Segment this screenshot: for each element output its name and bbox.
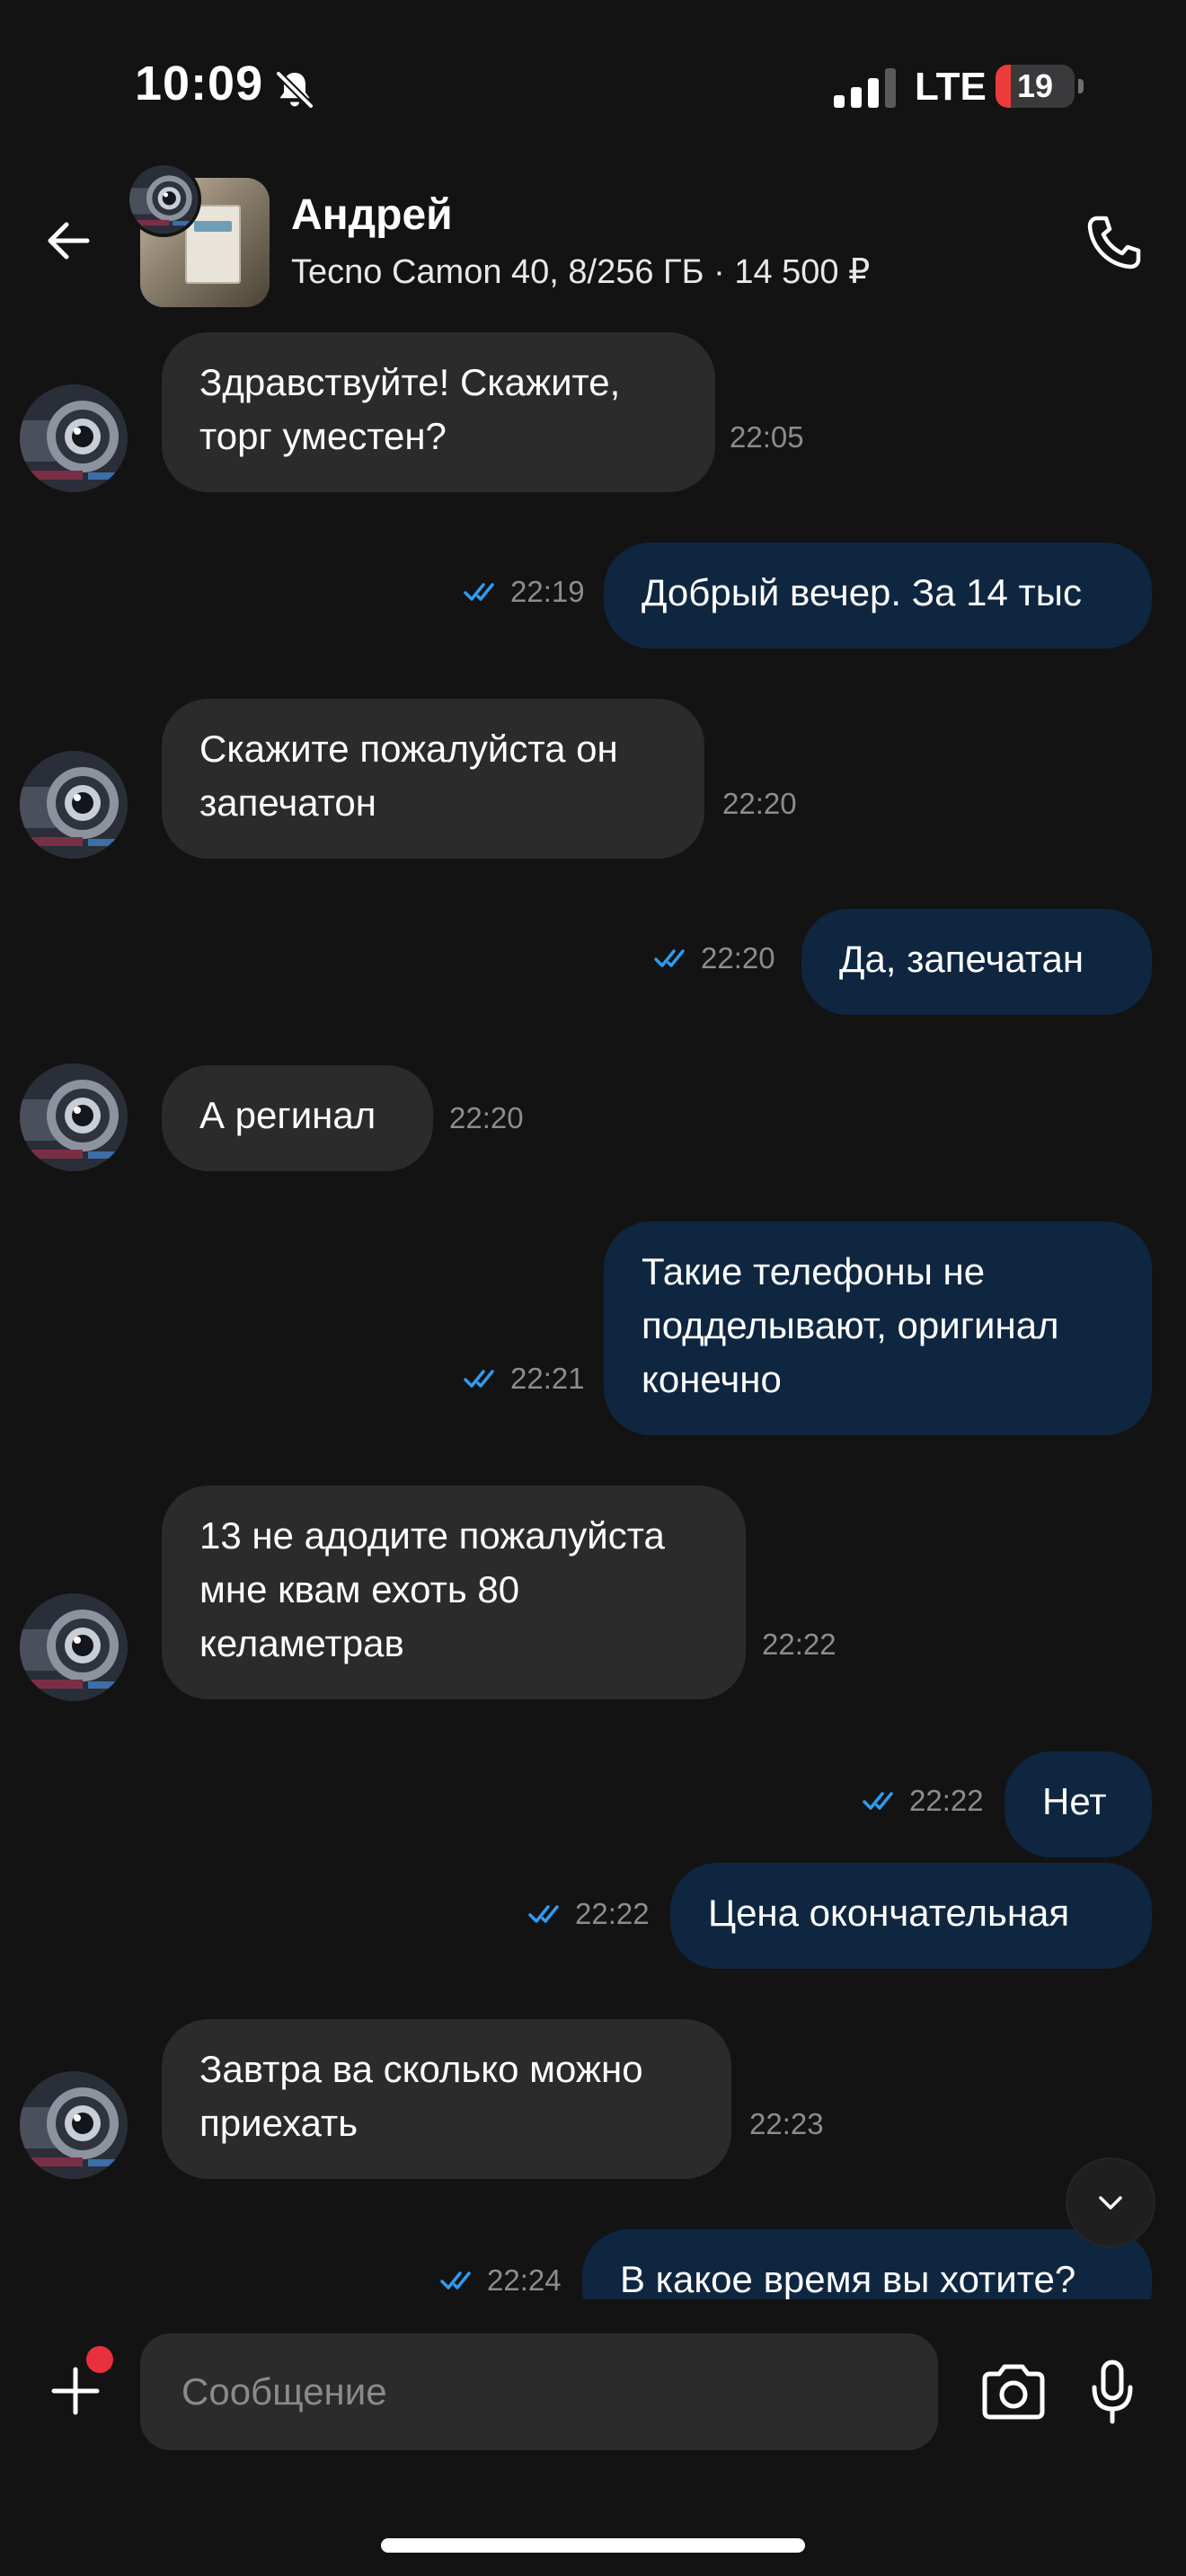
battery-indicator: 19 <box>996 65 1075 108</box>
message-meta: 22:21 <box>464 1362 585 1396</box>
double-check-icon <box>464 1370 494 1388</box>
contact-avatar[interactable] <box>129 165 198 234</box>
message-input[interactable] <box>140 2333 938 2450</box>
message-meta: 22:22 <box>528 1897 650 1931</box>
battery-level: 19 <box>1016 67 1054 104</box>
camera-icon <box>982 2364 1045 2420</box>
message-meta: 22:20 <box>654 941 775 975</box>
message-bubble-incoming[interactable]: Завтра ва сколько можно приехать <box>162 2019 731 2179</box>
call-button[interactable] <box>1078 207 1150 278</box>
message-time-text: 22:22 <box>575 1897 650 1930</box>
camera-lens-avatar-image <box>20 1063 128 1171</box>
message-time-text: 22:22 <box>909 1784 984 1817</box>
double-check-icon <box>528 1905 559 1923</box>
chevron-down-icon <box>1099 2196 1122 2210</box>
status-bar: 10:09 LTE 19 <box>0 0 1186 171</box>
message-meta: 22:24 <box>440 2263 562 2298</box>
message-time: 22:22 <box>762 1628 836 1662</box>
message-time-text: 22:20 <box>701 941 775 975</box>
camera-button[interactable] <box>974 2353 1053 2432</box>
message-bubble-outgoing[interactable]: Такие телефоны не подделывают, оригинал … <box>604 1222 1152 1435</box>
back-button[interactable] <box>36 208 101 273</box>
message-time-text: 22:23 <box>749 2107 824 2140</box>
back-arrow-icon <box>48 222 90 260</box>
message-bubble-outgoing[interactable]: Цена окончательная <box>670 1863 1152 1969</box>
message-time-text: 22:20 <box>722 787 797 820</box>
message-time-text: 22:22 <box>762 1628 836 1661</box>
double-check-icon <box>440 2272 471 2289</box>
message-meta: 22:22 <box>863 1784 984 1818</box>
message-bubble-incoming[interactable]: Скажите пожалуйста он запечатон <box>162 699 704 859</box>
scroll-down-button[interactable] <box>1067 2159 1154 2245</box>
sender-avatar[interactable] <box>20 2071 128 2179</box>
message-bubble-outgoing[interactable]: Нет <box>1005 1751 1152 1857</box>
signal-icon <box>834 68 896 108</box>
message-composer <box>0 2299 1186 2576</box>
double-check-icon <box>464 583 494 601</box>
sender-avatar[interactable] <box>20 751 128 859</box>
notification-dot <box>86 2346 113 2373</box>
message-time-text: 22:21 <box>510 1362 585 1395</box>
battery-cap <box>1078 79 1084 93</box>
camera-lens-avatar-image <box>129 165 198 234</box>
message-bubble-outgoing[interactable]: Да, запечатан <box>801 909 1152 1015</box>
message-time: 22:20 <box>722 787 797 821</box>
listing-title[interactable]: Tecno Camon 40, 8/256 ГБ · 14 500 ₽ <box>291 251 870 292</box>
network-type: LTE <box>915 65 987 109</box>
product-box-image <box>185 205 241 284</box>
message-bubble-incoming[interactable]: А регинал <box>162 1065 433 1171</box>
message-time-text: 22:24 <box>487 2263 562 2297</box>
sender-avatar[interactable] <box>20 384 128 492</box>
message-meta: 22:19 <box>464 575 585 609</box>
microphone-icon <box>1092 2360 1133 2424</box>
chat-header: Андрей Tecno Camon 40, 8/256 ГБ · 14 500… <box>0 162 1186 323</box>
bell-slash-icon <box>276 71 314 109</box>
message-time: 22:05 <box>730 420 804 454</box>
camera-lens-avatar-image <box>20 384 128 492</box>
contact-name[interactable]: Андрей <box>291 190 453 240</box>
message-bubble-incoming[interactable]: 13 не адодите пожалуйста мне квам ехоть … <box>162 1486 746 1699</box>
phone-icon <box>1087 216 1141 269</box>
message-time-text: 22:05 <box>730 420 804 454</box>
message-time: 22:23 <box>749 2107 824 2141</box>
home-indicator[interactable] <box>381 2538 805 2553</box>
double-check-icon <box>863 1792 893 1810</box>
voice-message-button[interactable] <box>1078 2353 1146 2432</box>
camera-lens-avatar-image <box>20 1593 128 1701</box>
message-time: 22:20 <box>449 1101 524 1135</box>
status-time: 10:09 <box>135 57 264 110</box>
camera-lens-avatar-image <box>20 751 128 859</box>
sender-avatar[interactable] <box>20 1593 128 1701</box>
sender-avatar[interactable] <box>20 1063 128 1171</box>
message-time-text: 22:20 <box>449 1101 524 1134</box>
message-bubble-outgoing[interactable]: Добрый вечер. За 14 тыс <box>604 543 1152 648</box>
double-check-icon <box>654 949 685 967</box>
camera-lens-avatar-image <box>20 2071 128 2179</box>
message-time-text: 22:19 <box>510 575 585 608</box>
message-bubble-incoming[interactable]: Здравствуйте! Скажите, торг уместен? <box>162 332 715 492</box>
